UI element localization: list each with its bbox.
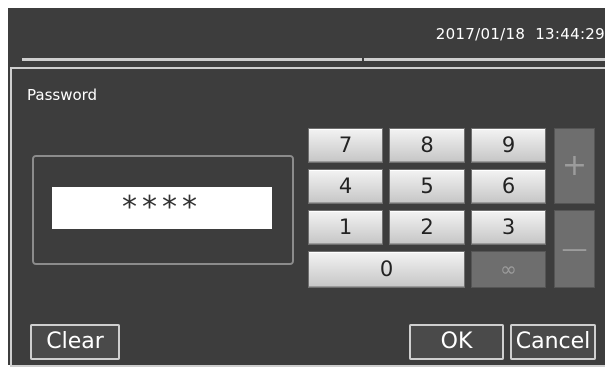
password-dialog: Password **** 7 8 9 4 5 6 1 2 3 0 ∞ + — … — [10, 67, 605, 367]
key-1[interactable]: 1 — [308, 210, 383, 245]
key-7[interactable]: 7 — [308, 128, 383, 163]
device-screen: 2017/01/18 13:44:29 Password **** 7 8 9 4… — [8, 8, 605, 367]
key-infinity: ∞ — [471, 251, 546, 288]
time-text: 13:44:29 — [535, 25, 605, 43]
clear-button[interactable]: Clear — [30, 324, 120, 360]
ok-button[interactable]: OK — [409, 324, 504, 360]
date-text: 2017/01/18 — [435, 25, 526, 43]
key-3[interactable]: 3 — [471, 210, 546, 245]
key-8[interactable]: 8 — [389, 128, 465, 163]
plus-button[interactable]: + — [554, 128, 595, 204]
key-4[interactable]: 4 — [308, 169, 383, 204]
header-divider-left — [22, 58, 362, 61]
dialog-title: Password — [27, 86, 98, 104]
password-display-panel: **** — [32, 155, 294, 265]
key-0[interactable]: 0 — [308, 251, 465, 288]
key-2[interactable]: 2 — [389, 210, 465, 245]
minus-button[interactable]: — — [554, 210, 595, 288]
header-divider-right — [364, 58, 605, 61]
key-9[interactable]: 9 — [471, 128, 546, 163]
key-6[interactable]: 6 — [471, 169, 546, 204]
cancel-button[interactable]: Cancel — [510, 324, 596, 360]
password-field[interactable]: **** — [52, 187, 272, 229]
datetime-display: 2017/01/18 13:44:29 — [436, 25, 605, 43]
key-5[interactable]: 5 — [389, 169, 465, 204]
